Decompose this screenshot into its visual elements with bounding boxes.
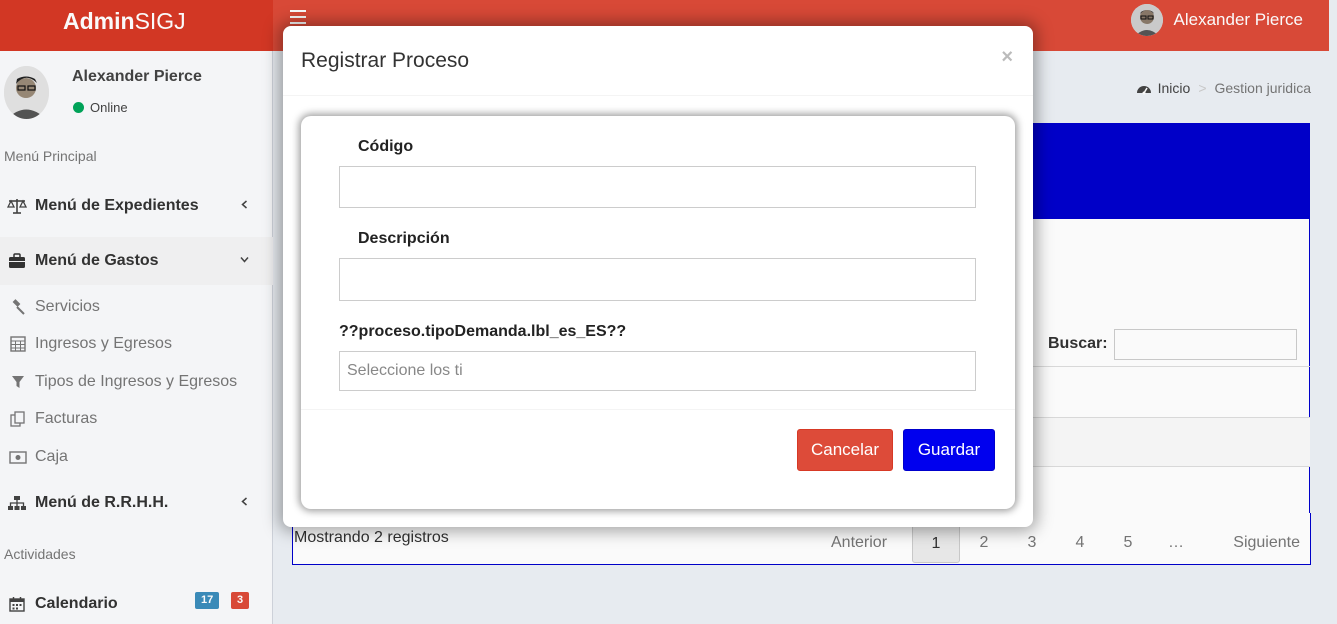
cancel-button[interactable]: Cancelar (797, 429, 893, 471)
tipo-demanda-select[interactable] (339, 351, 976, 391)
modal-header: Registrar Proceso × (283, 26, 1033, 96)
descripcion-input[interactable] (339, 258, 976, 301)
save-button[interactable]: Guardar (903, 429, 995, 471)
close-icon[interactable]: × (1001, 46, 1013, 69)
codigo-input[interactable] (339, 166, 976, 208)
modal-footer-divider (301, 409, 1015, 410)
descripcion-label: Descripción (358, 230, 450, 247)
modal-form: Código Descripción ??proceso.tipoDemanda… (301, 116, 1015, 509)
modal-title: Registrar Proceso (301, 49, 470, 72)
tipo-demanda-label: ??proceso.tipoDemanda.lbl_es_ES?? (339, 323, 627, 340)
register-process-modal: Registrar Proceso × Código Descripción ?… (283, 26, 1033, 527)
codigo-label: Código (358, 138, 414, 155)
